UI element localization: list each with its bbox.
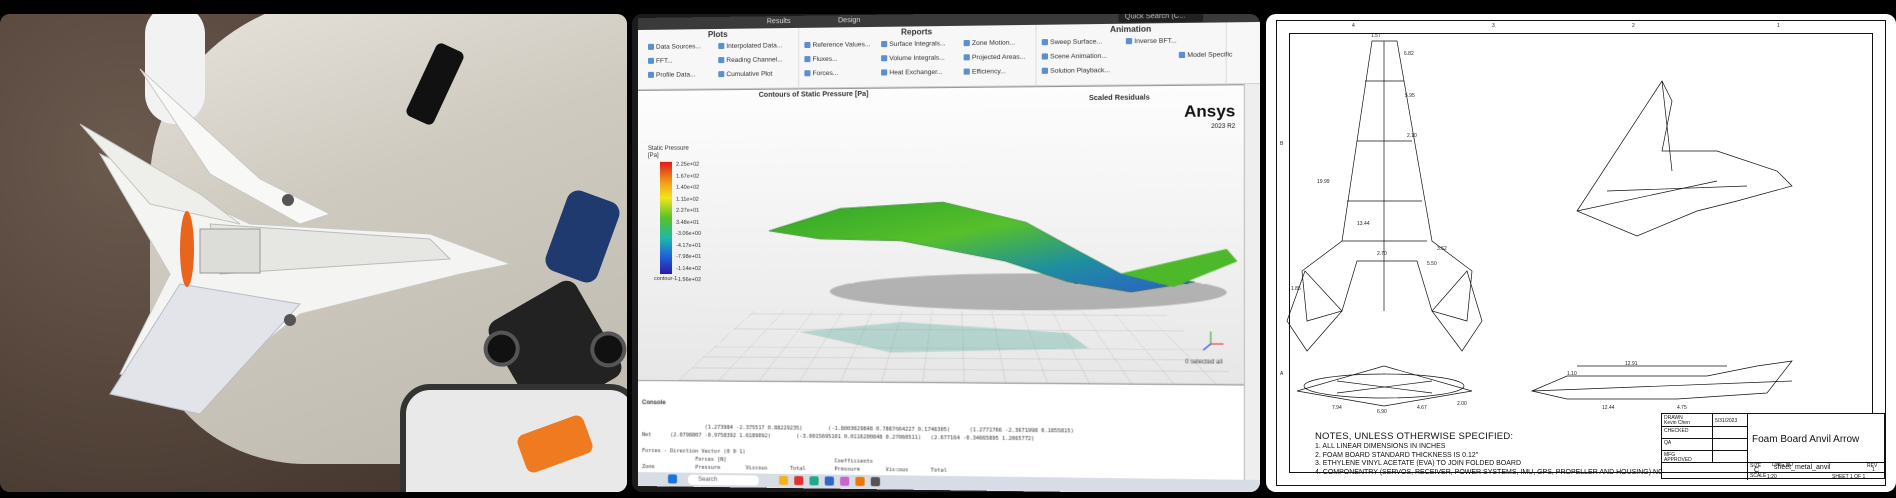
dimension-label: 6.90 bbox=[1377, 409, 1387, 415]
dimension-label: 3.52 bbox=[1437, 246, 1447, 252]
dimension-label: 6.82 bbox=[1404, 51, 1414, 57]
rev-value: 1 bbox=[1872, 467, 1875, 473]
taskbar-search[interactable]: Search bbox=[688, 474, 759, 486]
note-item: 2. FOAM BOARD STANDARD THICKNESS IS 0.12… bbox=[1315, 451, 1479, 459]
dimension-label: 12.91 bbox=[1625, 361, 1638, 367]
note-item: 3. ETHYLENE VINYL ACETATE (EVA) TO JOIN … bbox=[1315, 460, 1522, 468]
dimension-label: 1.85 bbox=[1291, 286, 1301, 292]
dimension-label: 4.75 bbox=[1677, 405, 1687, 411]
data-sources-button[interactable]: Data Sources... bbox=[648, 43, 701, 51]
taskbar-app-icon[interactable] bbox=[855, 476, 865, 487]
dimension-label: 19.99 bbox=[1317, 179, 1330, 185]
graphics-viewer[interactable]: Contours of Static Pressure [Pa] Scaled … bbox=[638, 84, 1244, 385]
ansys-screen-panel: Results Design Quick Search (C... Plots … bbox=[632, 14, 1260, 492]
iso-view bbox=[1576, 80, 1793, 237]
approved-label: APPROVED bbox=[1664, 457, 1692, 463]
reports-group-title: Reports bbox=[900, 27, 933, 37]
efficiency-button[interactable]: Efficiency... bbox=[964, 68, 1006, 76]
volume-integrals-button[interactable]: Volume Integrals... bbox=[881, 55, 945, 63]
quick-search-input[interactable]: Quick Search (C... bbox=[1118, 14, 1204, 23]
dimension-label: 5.50 bbox=[1427, 261, 1437, 267]
dimension-label: 4.67 bbox=[1417, 405, 1427, 411]
dimension-label: 7.94 bbox=[1332, 405, 1342, 411]
motor-mount bbox=[199, 228, 261, 274]
ribbon: Results Design Quick Search (C... Plots … bbox=[638, 14, 1260, 91]
dimension-label: 2.10 bbox=[1407, 133, 1417, 139]
dimension-label: 1.10 bbox=[1567, 371, 1577, 377]
ansys-fluent-window: Results Design Quick Search (C... Plots … bbox=[638, 14, 1260, 492]
tab-design[interactable]: Design bbox=[830, 15, 869, 28]
profile-data-button[interactable]: Profile Data... bbox=[648, 71, 696, 79]
fft-button[interactable]: FFT... bbox=[648, 58, 673, 65]
note-item: 4. COMPONENTRY (SERVOS, RECEIVER, POWER … bbox=[1315, 468, 1697, 476]
note-item: 1. ALL LINEAR DIMENSIONS IN INCHES bbox=[1315, 443, 1446, 451]
taskbar-app-icon[interactable] bbox=[824, 476, 834, 486]
model-specific-button[interactable]: Model Specific bbox=[1179, 51, 1232, 59]
scale-value: 1:20 bbox=[1767, 474, 1777, 480]
taskbar-app-icon[interactable] bbox=[794, 476, 804, 486]
dimension-label: 5.95 bbox=[1405, 93, 1415, 99]
taskbar-app-icon[interactable] bbox=[778, 475, 789, 486]
drawing-notes: NOTES, UNLESS OTHERWISE SPECIFIED: 1. AL… bbox=[1315, 431, 1697, 477]
right-toolbar[interactable] bbox=[1243, 84, 1260, 481]
top-view bbox=[1286, 40, 1483, 352]
foam-aircraft bbox=[79, 68, 512, 415]
checked-label: CHECKED bbox=[1664, 428, 1689, 434]
drawing-date: 5/31/2023 bbox=[1715, 418, 1738, 424]
sheet-number: SHEET 1 OF 1 bbox=[1832, 474, 1866, 480]
sweep-surface-button[interactable]: Sweep Surface... bbox=[1042, 38, 1102, 46]
reading-channel-button[interactable]: Reading Channel... bbox=[718, 56, 782, 64]
notes-title: NOTES, UNLESS OTHERWISE SPECIFIED: bbox=[1315, 431, 1514, 442]
dimension-label: 12.44 bbox=[1602, 405, 1615, 411]
scale-label: SCALE bbox=[1750, 473, 1767, 479]
axis-triad bbox=[1203, 332, 1223, 351]
taskbar-app-icon[interactable] bbox=[840, 476, 850, 486]
tab-results[interactable]: Results bbox=[759, 16, 799, 29]
selection-status: 0 selected all bbox=[1185, 359, 1223, 366]
console-title: Console bbox=[641, 400, 666, 407]
solution-playback-button[interactable]: Solution Playback... bbox=[1042, 67, 1110, 75]
console-panel[interactable]: Console (1.273984 -2.375517 0.88229235) … bbox=[638, 380, 1244, 480]
side-view bbox=[1530, 360, 1793, 400]
heat-exchanger-button[interactable]: Heat Exchanger... bbox=[881, 69, 942, 77]
inverse-bft-button[interactable]: Inverse BFT... bbox=[1126, 37, 1177, 45]
aircraft-ventral-fin bbox=[109, 283, 301, 415]
plots-group-title: Plots bbox=[707, 29, 728, 40]
drawn-by: Kevin Chen bbox=[1664, 420, 1690, 426]
servo-horn bbox=[282, 194, 294, 206]
model-reflection bbox=[799, 321, 1089, 354]
drawing-panel: 4 3 2 1 B A 1.57 6.82 5.95 2.10 1.85 19.… bbox=[1266, 14, 1896, 492]
scene-animation-button[interactable]: Scene Animation... bbox=[1042, 53, 1107, 61]
photo-panel bbox=[0, 14, 627, 492]
front-view bbox=[1296, 365, 1473, 407]
animation-group: Animation Sweep Surface... Inverse BFT..… bbox=[1036, 22, 1232, 87]
drawing-sheet: 4 3 2 1 B A 1.57 6.82 5.95 2.10 1.85 19.… bbox=[1276, 20, 1886, 486]
propeller bbox=[180, 211, 194, 287]
fluxes-button[interactable]: Fluxes... bbox=[804, 56, 838, 63]
start-icon[interactable] bbox=[668, 474, 678, 484]
dimension-label: 2.00 bbox=[1457, 401, 1467, 407]
animation-group-title: Animation bbox=[1109, 24, 1152, 35]
qa-label: QA bbox=[1664, 440, 1672, 446]
title-block: DRAWN Kevin Chen 5/31/2023 CHECKED QA MF… bbox=[1661, 413, 1886, 480]
servo-horn-2 bbox=[284, 314, 296, 326]
aircraft-pressure-model bbox=[638, 85, 1238, 354]
dimension-label: 2.70 bbox=[1377, 251, 1387, 257]
dimension-label: 1.57 bbox=[1371, 33, 1381, 39]
drawing-title: Foam Board Anvil Arrow bbox=[1752, 434, 1860, 445]
surface-integrals-button[interactable]: Surface Integrals... bbox=[881, 40, 945, 48]
cumulative-plot-button[interactable]: Cumulative Plot bbox=[718, 71, 772, 79]
projected-areas-button[interactable]: Projected Areas... bbox=[964, 54, 1025, 62]
drawing-number: sheet_metal_anvil bbox=[1774, 464, 1831, 471]
reports-group: Reports Reference Values... Surface Inte… bbox=[799, 24, 1037, 89]
plots-group: Plots Data Sources... Interpolated Data.… bbox=[638, 27, 800, 90]
console-output: (1.273984 -2.375517 0.88229235) (-1.8003… bbox=[641, 424, 1074, 480]
taskbar-app-icon[interactable] bbox=[870, 477, 881, 487]
forces-button[interactable]: Forces... bbox=[804, 70, 839, 77]
interpolated-data-button[interactable]: Interpolated Data... bbox=[718, 42, 782, 50]
reference-values-button[interactable]: Reference Values... bbox=[804, 41, 871, 49]
zone-motion-button[interactable]: Zone Motion... bbox=[964, 39, 1015, 47]
taskbar-app-icon[interactable] bbox=[809, 476, 819, 486]
dimension-label: 13.44 bbox=[1357, 221, 1370, 227]
